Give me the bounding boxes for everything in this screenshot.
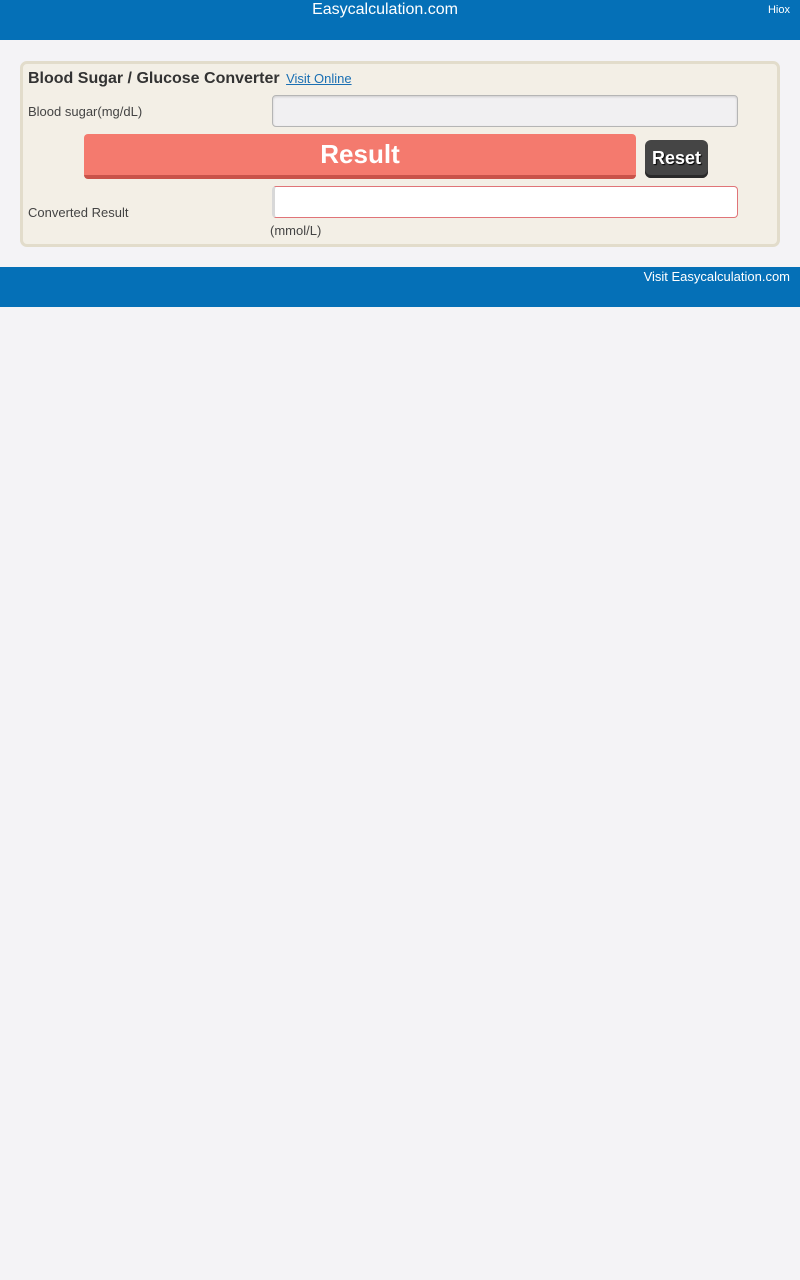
blood-sugar-input[interactable] — [272, 95, 738, 127]
visit-easycalculation-link[interactable]: Visit Easycalculation.com — [644, 269, 790, 284]
converted-result-field[interactable] — [272, 186, 738, 218]
result-button[interactable]: Result — [84, 134, 636, 179]
blood-sugar-label: Blood sugar(mg/dL) — [28, 104, 143, 119]
reset-button[interactable]: Reset — [645, 140, 708, 178]
hiox-link[interactable]: Hiox — [768, 4, 790, 16]
converted-result-label: Converted Result — [28, 205, 129, 220]
site-brand-link[interactable]: Easycalculation.com — [0, 0, 770, 19]
result-unit-label: (mmol/L) — [270, 223, 322, 238]
visit-online-link[interactable]: Visit Online — [286, 71, 352, 86]
top-header: Easycalculation.com Hiox — [0, 0, 800, 40]
converter-panel: Blood Sugar / Glucose Converter Visit On… — [20, 61, 780, 247]
page-title: Blood Sugar / Glucose Converter — [28, 70, 280, 87]
title-row: Blood Sugar / Glucose Converter Visit On… — [28, 70, 352, 88]
footer-bar: Visit Easycalculation.com — [0, 267, 800, 307]
